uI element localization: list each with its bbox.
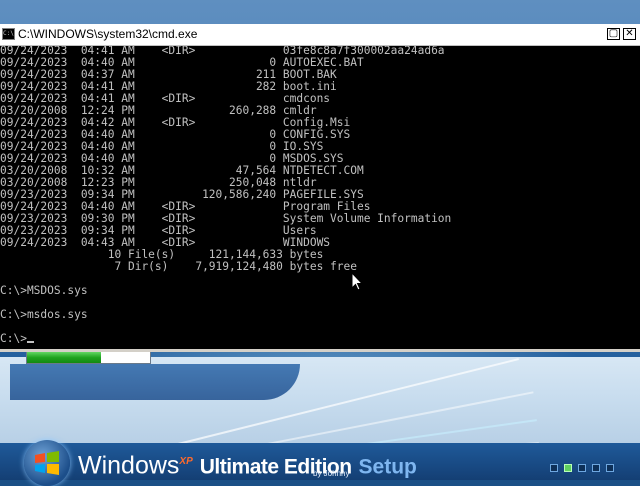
text-caret — [26, 341, 34, 343]
console-app-icon[interactable]: C:\ — [2, 28, 15, 40]
minimize-icon: ▢ — [608, 28, 619, 39]
setup-step-indicators — [550, 459, 620, 477]
minimize-button[interactable]: ▢ — [607, 28, 620, 40]
setup-step-dot — [550, 464, 558, 472]
setup-step-dot — [564, 464, 572, 472]
setup-step-dot — [578, 464, 586, 472]
setup-progress-bar — [26, 350, 151, 364]
setup-step-dot — [592, 464, 600, 472]
cmd-titlebar[interactable]: C:\ C:\WINDOWS\system32\cmd.exe ▢ ✕ — [0, 24, 640, 46]
title-windows: Windows — [78, 451, 180, 480]
current-prompt: C:\> — [0, 333, 640, 345]
command-line: C:\>MSDOS.sys — [0, 284, 88, 297]
title-setup: Setup — [358, 455, 417, 479]
setup-byline: by Johnny — [313, 469, 350, 478]
setup-step-dot — [606, 464, 614, 472]
cmd-window-title: C:\WINDOWS\system32\cmd.exe — [18, 27, 198, 41]
mouse-cursor-icon — [351, 272, 363, 291]
console-output[interactable]: 09/24/2023 04:41 AM <DIR> 03fe8c8a7f3000… — [0, 45, 640, 346]
cmd-window[interactable]: C:\ C:\WINDOWS\system32\cmd.exe ▢ ✕ 09/2… — [0, 24, 640, 352]
command-line: C:\>msdos.sys — [0, 308, 88, 321]
setup-title: WindowsXP Ultimate Edition Setup — [78, 447, 417, 480]
windows-orb-icon — [24, 440, 70, 486]
close-button[interactable]: ✕ — [623, 28, 636, 40]
setup-progress-fill — [27, 351, 101, 363]
close-icon: ✕ — [625, 28, 634, 39]
title-xp: XP — [179, 456, 193, 467]
directory-summary: 7 Dir(s) 7,919,124,480 bytes free — [0, 260, 357, 273]
